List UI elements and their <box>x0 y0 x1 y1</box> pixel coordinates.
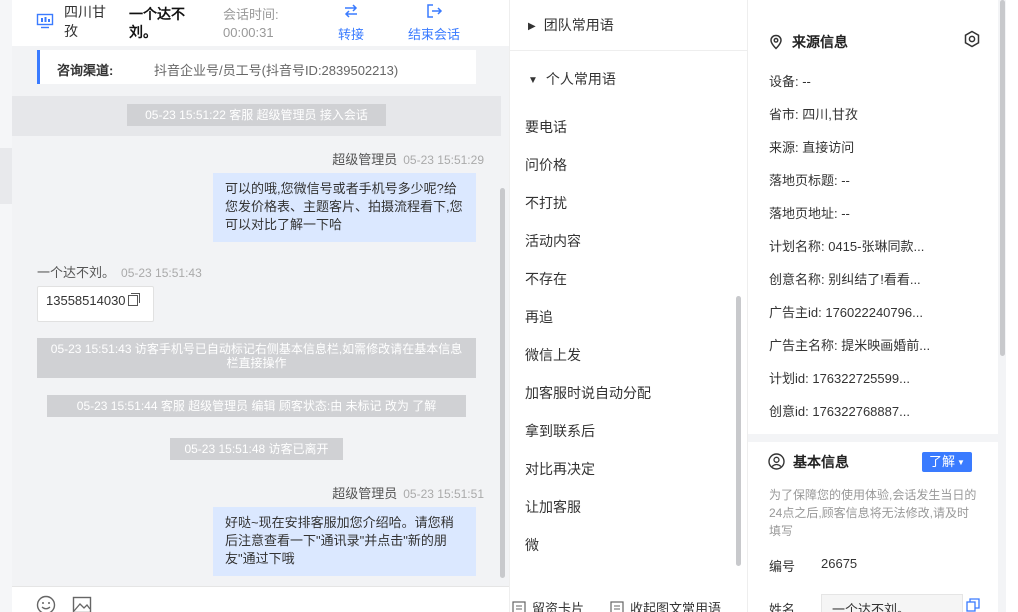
caret-down-icon: ▼ <box>528 75 538 86</box>
source-advertiser-name: 广告主名称: 提米映画婚前... <box>769 338 931 353</box>
transfer-label: 转接 <box>338 27 365 42</box>
collapse-phrases-button[interactable]: 收起图文常用语 <box>610 598 721 612</box>
phrase-item[interactable]: 拿到联系后 <box>525 421 595 441</box>
status-value: 了解 <box>929 454 956 469</box>
agent-sender-name: 超级管理员 <box>332 152 398 167</box>
chat-toolbar <box>12 586 509 612</box>
visitor-message-bubble: 13558514030 <box>37 286 154 322</box>
channel-info: 咨询渠道: 抖音企业号/员工号(抖音号ID:2839502213) <box>37 50 476 84</box>
agent-sender-name: 超级管理员 <box>332 486 398 501</box>
phrase-item[interactable]: 对比再决定 <box>525 459 595 479</box>
monitor-icon <box>36 13 54 29</box>
source-plan-name: 计划名称: 0415-张琳同款... <box>769 239 925 254</box>
phrases-footer: 留资卡片 收起图文常用语 <box>510 590 747 612</box>
info-scrollbar[interactable] <box>1000 0 1005 356</box>
system-message: 05-23 15:51:43 访客手机号已自动标记右侧基本信息栏,如需修改请在基… <box>37 338 476 378</box>
customer-id-value: 26675 <box>821 556 858 571</box>
customer-id-label: 编号 <box>769 559 796 574</box>
source-region: 省市: 四川,甘孜 <box>769 107 858 122</box>
left-edge-panel <box>0 0 12 612</box>
team-phrases-group[interactable]: ▶ 团队常用语 <box>528 15 614 35</box>
section-divider <box>748 434 998 442</box>
phrases-scrollbar[interactable] <box>736 296 741 566</box>
source-info-title: 来源信息 <box>768 32 848 52</box>
basic-info-label: 基本信息 <box>793 454 849 470</box>
phrase-item[interactable]: 微信上发 <box>525 345 581 365</box>
chat-scrollbar[interactable] <box>500 188 505 578</box>
collapse-icon <box>610 601 624 612</box>
card-icon <box>512 601 526 612</box>
phrase-item[interactable]: 不打扰 <box>525 193 567 213</box>
source-info-label: 来源信息 <box>792 34 848 50</box>
transfer-icon <box>344 4 358 18</box>
personal-phrases-group[interactable]: ▼ 个人常用语 <box>528 69 616 89</box>
lead-card-label: 留资卡片 <box>532 601 585 612</box>
source-landing-title: 落地页标题: -- <box>769 173 850 188</box>
status-dropdown[interactable]: 了解 ▼ <box>922 452 972 472</box>
phrase-item[interactable]: 要电话 <box>525 117 567 137</box>
personal-phrases-label: 个人常用语 <box>545 71 616 87</box>
exit-icon <box>427 4 443 18</box>
agent-message-bubble: 好哒~现在安排客服加您介绍哈。请您稍后注意查看一下"通讯录"并点击"新的朋友"通… <box>213 507 476 576</box>
source-creative-id: 创意id: 176322768887... <box>769 404 910 419</box>
visitor-info-panel: 来源信息 设备: -- 省市: 四川,甘孜 来源: 直接访问 落地页标题: --… <box>747 0 1018 612</box>
chat-header: 四川甘孜 一个达不刘。 会话时间: 00:00:31 转接 结束会话 <box>12 0 509 46</box>
phrase-item[interactable]: 活动内容 <box>525 231 581 251</box>
agent-message-bubble: 可以的哦,您微信号或者手机号多少呢?给您发价格表、主题客片、拍摄流程看下,您可以… <box>213 173 476 242</box>
message-timestamp: 05-23 15:51:29 <box>403 153 484 167</box>
visitor-location: 四川甘孜 <box>64 4 106 39</box>
customer-name-label: 姓名 <box>769 602 796 612</box>
message-timestamp: 05-23 15:51:43 <box>121 266 202 280</box>
phrase-item[interactable]: 微 <box>525 535 539 555</box>
agent-sender-line: 超级管理员 05-23 15:51:51 <box>332 483 484 502</box>
user-icon <box>768 453 785 470</box>
message-timestamp: 05-23 15:51:51 <box>403 487 484 501</box>
caret-right-icon: ▶ <box>528 21 536 32</box>
collapse-phrases-label: 收起图文常用语 <box>630 601 722 612</box>
settings-icon[interactable] <box>963 30 981 48</box>
caret-down-icon: ▼ <box>957 458 965 467</box>
end-session-button[interactable]: 结束会话 <box>408 2 460 43</box>
divider <box>510 50 747 51</box>
phrase-item[interactable]: 加客服时说自动分配 <box>525 383 651 403</box>
source-plan-id: 计划id: 176322725599... <box>769 371 910 386</box>
team-phrases-label: 团队常用语 <box>543 17 614 33</box>
end-session-label: 结束会话 <box>408 27 461 42</box>
system-message: 05-23 15:51:22 客服 超级管理员 接入会话 <box>127 104 386 126</box>
visitor-sender-name: 一个达不刘。 <box>37 265 116 280</box>
source-device: 设备: -- <box>769 74 811 89</box>
visitor-name: 一个达不刘。 <box>129 6 185 40</box>
phrase-item[interactable]: 问价格 <box>525 155 567 175</box>
channel-value: 抖音企业号/员工号(抖音号ID:2839502213) <box>154 63 399 78</box>
chat-panel: 四川甘孜 一个达不刘。 会话时间: 00:00:31 转接 结束会话 咨询渠道:… <box>12 0 509 612</box>
phrase-item[interactable]: 让加客服 <box>525 497 581 517</box>
visitor-message-text: 13558514030 <box>46 293 126 308</box>
emoji-icon[interactable] <box>36 595 56 612</box>
quick-phrases-panel: ▶ 团队常用语 ▼ 个人常用语 要电话 问价格 不打扰 活动内容 不存在 再追 微信… <box>509 0 747 612</box>
left-edge-highlight <box>0 148 12 204</box>
edit-notice: 为了保障您的使用体验,会话发生当日的24点之后,顾客信息将无法修改,请及时填写 <box>769 488 977 538</box>
session-time-value: 00:00:31 <box>223 25 274 40</box>
phrase-item[interactable]: 不存在 <box>525 269 567 289</box>
agent-sender-line: 超级管理员 05-23 15:51:29 <box>332 149 484 168</box>
system-message: 05-23 15:51:44 客服 超级管理员 编辑 顾客状态:由 未标记 改为… <box>47 395 466 417</box>
session-time-label: 会话时间: <box>223 7 279 22</box>
visitor-sender-line: 一个达不刘。 05-23 15:51:43 <box>37 262 202 281</box>
transfer-button[interactable]: 转接 <box>338 2 364 43</box>
basic-info-title: 基本信息 <box>768 452 849 472</box>
customer-name-field[interactable]: 一个达不刘。 <box>821 594 963 612</box>
lead-card-button[interactable]: 留资卡片 <box>512 598 584 612</box>
copy-icon[interactable] <box>966 598 980 612</box>
channel-label: 咨询渠道: <box>57 63 114 78</box>
source-origin: 来源: 直接访问 <box>769 140 855 155</box>
phrase-item[interactable]: 再追 <box>525 307 553 327</box>
copy-icon[interactable] <box>127 293 140 306</box>
image-icon[interactable] <box>72 595 92 612</box>
system-message: 05-23 15:51:48 访客已离开 <box>170 438 343 460</box>
source-creative-name: 创意名称: 别纠结了!看看... <box>769 272 921 287</box>
source-landing-url: 落地页地址: -- <box>769 206 850 221</box>
source-advertiser-id: 广告主id: 176022240796... <box>769 305 923 320</box>
location-pin-icon <box>770 34 782 50</box>
